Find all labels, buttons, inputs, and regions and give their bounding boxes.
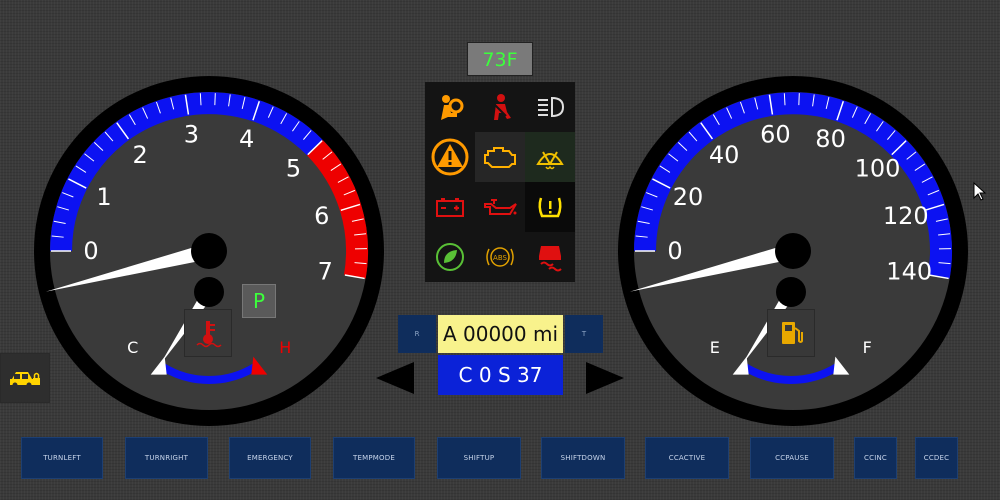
tach-label: 0 bbox=[83, 237, 98, 265]
shift-up-button[interactable]: SHIFTUP bbox=[437, 437, 521, 479]
svg-text:ABS: ABS bbox=[493, 254, 507, 262]
temp-low-label: C bbox=[127, 338, 138, 357]
check-engine-icon bbox=[475, 132, 525, 182]
speedo-label: 20 bbox=[673, 183, 704, 211]
warning-light-panel: ABS bbox=[425, 82, 575, 282]
odometer-right-button[interactable]: T bbox=[565, 315, 603, 353]
fuel-high-label: F bbox=[863, 338, 872, 357]
right-turn-arrow-icon bbox=[586, 362, 624, 394]
headlight-icon bbox=[525, 82, 575, 132]
tach-label: 2 bbox=[132, 141, 147, 169]
speedo-label: 120 bbox=[883, 202, 929, 230]
tach-hub bbox=[191, 233, 227, 269]
turn-right-button[interactable]: TURNRIGHT bbox=[125, 437, 208, 479]
speedo-hub bbox=[775, 233, 811, 269]
speedo-label: 60 bbox=[760, 120, 791, 148]
airbag-icon bbox=[425, 82, 475, 132]
speedo-tick bbox=[783, 93, 786, 106]
left-turn-arrow-icon bbox=[376, 362, 414, 394]
outside-temp-display: 73F bbox=[467, 42, 533, 76]
mouse-cursor-icon bbox=[973, 182, 987, 201]
abs-icon: ABS bbox=[475, 232, 525, 282]
cruise-control-display: C 0 S 37 bbox=[438, 355, 563, 395]
tire-pressure-icon bbox=[525, 182, 575, 232]
emergency-button[interactable]: EMERGENCY bbox=[229, 437, 311, 479]
tach-label: 4 bbox=[239, 125, 254, 153]
cc-active-button[interactable]: CCACTIVE bbox=[645, 437, 729, 479]
wiper-icon bbox=[525, 132, 575, 182]
odometer-display: A 00000 mi bbox=[438, 315, 563, 353]
fuel-pump-icon bbox=[767, 309, 815, 357]
oil-pressure-icon bbox=[475, 182, 525, 232]
temp-high-label: H bbox=[279, 338, 291, 357]
tach-label: 5 bbox=[286, 155, 301, 183]
seatbelt-icon bbox=[475, 82, 525, 132]
cc-decrease-button[interactable]: CCDEC bbox=[915, 437, 958, 479]
shift-down-button[interactable]: SHIFTDOWN bbox=[541, 437, 625, 479]
tach-label: 7 bbox=[318, 257, 333, 285]
tach-label: 6 bbox=[314, 202, 329, 230]
fuel-hub bbox=[776, 277, 806, 307]
tach-tick bbox=[199, 93, 202, 106]
speedo-label: 40 bbox=[709, 141, 740, 169]
cc-pause-button[interactable]: CCPAUSE bbox=[750, 437, 834, 479]
temp-mode-button[interactable]: TEMPMODE bbox=[333, 437, 415, 479]
traction-control-icon bbox=[525, 232, 575, 282]
tach-label: 3 bbox=[184, 120, 199, 148]
gear-indicator: P bbox=[242, 284, 276, 318]
door-lock-icon bbox=[0, 353, 50, 403]
odometer-left-button[interactable]: R bbox=[398, 315, 436, 353]
speedo-label: 80 bbox=[815, 125, 846, 153]
cc-increase-button[interactable]: CCINC bbox=[854, 437, 897, 479]
speedo-label: 100 bbox=[855, 155, 901, 183]
master-warning-icon bbox=[425, 132, 475, 182]
eco-mode-icon bbox=[425, 232, 475, 282]
speedo-label: 140 bbox=[886, 257, 932, 285]
fuel-low-label: E bbox=[710, 338, 720, 357]
turn-left-button[interactable]: TURNLEFT bbox=[21, 437, 103, 479]
battery-icon bbox=[425, 182, 475, 232]
speedo-label: 0 bbox=[667, 237, 682, 265]
coolant-temp-icon bbox=[184, 309, 232, 357]
temp-hub bbox=[194, 277, 224, 307]
tach-label: 1 bbox=[96, 183, 111, 211]
